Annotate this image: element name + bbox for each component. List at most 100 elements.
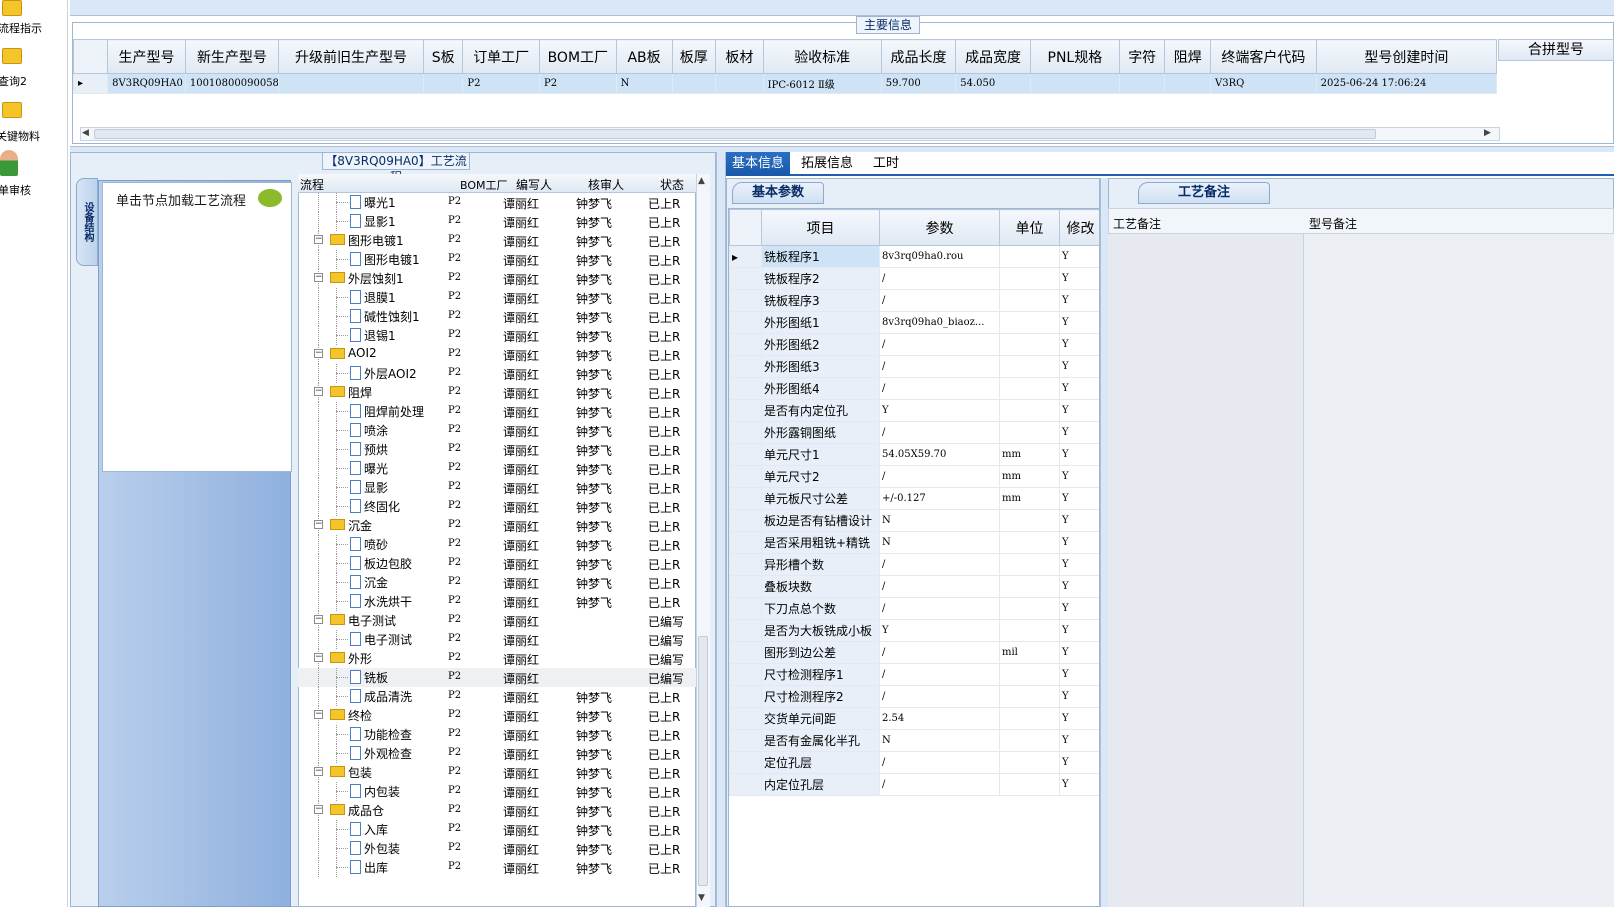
- param-row[interactable]: 定位孔层 / Y: [729, 751, 1099, 774]
- tree-row[interactable]: 显影1 P2 谭丽红 钟梦飞 已上R: [298, 212, 696, 231]
- collapse-icon[interactable]: −: [314, 615, 323, 624]
- param-row[interactable]: 外形图纸4/ Y: [729, 377, 1099, 400]
- main-hscroll-thumb[interactable]: [94, 129, 1376, 139]
- param-modify[interactable]: Y: [1059, 729, 1099, 752]
- param-unit[interactable]: [999, 355, 1060, 378]
- param-value[interactable]: /: [879, 377, 1000, 400]
- tree-node-label[interactable]: 外层蚀刻1: [348, 270, 404, 287]
- row-indicator[interactable]: [729, 685, 762, 708]
- row-indicator[interactable]: [729, 751, 762, 774]
- param-row[interactable]: 铣板程序2/ Y: [729, 267, 1099, 290]
- param-item[interactable]: 下刀点总个数: [761, 597, 880, 620]
- row-indicator[interactable]: [729, 729, 762, 752]
- cell-model[interactable]: 8V3RQ09HA0: [107, 73, 186, 94]
- col-process-note[interactable]: 工艺备注: [1113, 215, 1161, 232]
- tree-row[interactable]: 铣板 P2 谭丽红 已编写: [298, 668, 696, 687]
- param-value[interactable]: 54.05X59.70: [879, 443, 1000, 466]
- tree-node-label[interactable]: 成品仓: [348, 802, 384, 819]
- param-modify[interactable]: Y: [1059, 509, 1099, 532]
- param-unit[interactable]: [999, 333, 1060, 356]
- param-modify[interactable]: Y: [1059, 333, 1099, 356]
- param-modify[interactable]: Y: [1059, 597, 1099, 620]
- param-value[interactable]: N: [879, 509, 1000, 532]
- cell-standard[interactable]: IPC-6012 Ⅱ级: [762, 73, 882, 94]
- param-item[interactable]: 外形图纸2: [761, 333, 880, 356]
- param-unit[interactable]: [999, 509, 1060, 532]
- col-customer-code[interactable]: 终端客户代码: [1210, 39, 1317, 74]
- collapse-icon[interactable]: −: [314, 387, 323, 396]
- tree-row[interactable]: 喷砂 P2 谭丽红 钟梦飞 已上R: [298, 535, 696, 554]
- param-row[interactable]: 板边是否有钻槽设计 N Y: [729, 509, 1099, 532]
- cell-bom-factory[interactable]: P2: [539, 73, 617, 94]
- param-row[interactable]: 铣板程序3/ Y: [729, 289, 1099, 312]
- cell-new-model[interactable]: 10010800090058: [184, 73, 280, 94]
- tree-node-label[interactable]: 内包装: [364, 783, 400, 800]
- tree-row[interactable]: 内包装 P2 谭丽红 钟梦飞 已上R: [298, 782, 696, 801]
- param-row[interactable]: 异形槽个数 / Y: [729, 553, 1099, 576]
- material-folder-icon[interactable]: [2, 102, 22, 118]
- tree-node-label[interactable]: 水洗烘干: [364, 593, 412, 610]
- row-indicator[interactable]: [729, 399, 762, 422]
- collapse-icon[interactable]: −: [314, 805, 323, 814]
- param-unit[interactable]: mm: [999, 443, 1060, 466]
- row-indicator[interactable]: [729, 509, 762, 532]
- table-row[interactable]: ▸ 8V3RQ09HA0 10010800090058 P2 P2 N IPC-…: [72, 73, 1498, 94]
- param-row[interactable]: 单元尺寸1 54.05X59.70 mm Y: [729, 443, 1099, 466]
- tree-row[interactable]: 入库 P2 谭丽红 钟梦飞 已上R: [298, 820, 696, 839]
- tree-row[interactable]: 终固化 P2 谭丽红 钟梦飞 已上R: [298, 497, 696, 516]
- tree-row[interactable]: 碱性蚀刻1 P2 谭丽红 钟梦飞 已上R: [298, 307, 696, 326]
- param-item[interactable]: 图形到边公差: [761, 641, 880, 664]
- tree-node-label[interactable]: 外包装: [364, 840, 400, 857]
- param-value[interactable]: Y: [879, 619, 1000, 642]
- tree-node-label[interactable]: 沉金: [348, 517, 372, 534]
- param-value[interactable]: /: [879, 663, 1000, 686]
- row-indicator[interactable]: [729, 465, 762, 488]
- chat-bubble-icon[interactable]: [258, 189, 282, 207]
- row-indicator[interactable]: [729, 311, 762, 334]
- param-value[interactable]: /: [879, 465, 1000, 488]
- cell-customer-code[interactable]: V3RQ: [1210, 73, 1317, 94]
- tree-row[interactable]: 显影 P2 谭丽红 钟梦飞 已上R: [298, 478, 696, 497]
- row-indicator[interactable]: [729, 267, 762, 290]
- param-item[interactable]: 异形槽个数: [761, 553, 880, 576]
- tree-row[interactable]: 图形电镀1 P2 谭丽红 钟梦飞 已上R: [298, 250, 696, 269]
- scroll-up-icon[interactable]: ▲: [698, 176, 705, 186]
- row-indicator[interactable]: [729, 421, 762, 444]
- param-modify[interactable]: Y: [1059, 465, 1099, 488]
- tree-row[interactable]: − 外形 P2 谭丽红 已编写: [298, 649, 696, 668]
- param-value[interactable]: /: [879, 553, 1000, 576]
- param-item[interactable]: 定位孔层: [761, 751, 880, 774]
- tree-row[interactable]: 外包装 P2 谭丽红 钟梦飞 已上R: [298, 839, 696, 858]
- cell-ab-board[interactable]: N: [615, 73, 673, 94]
- param-value[interactable]: 8v3rq09ha0.rou: [879, 245, 1000, 268]
- tree-row[interactable]: 预烘 P2 谭丽红 钟梦飞 已上R: [298, 440, 696, 459]
- param-value[interactable]: 8v3rq09ha0_biaoz...: [879, 311, 1000, 334]
- tab-basic-info[interactable]: 基本信息: [726, 152, 790, 176]
- param-value[interactable]: /: [879, 685, 1000, 708]
- col-model[interactable]: 生产型号: [107, 39, 186, 74]
- tree-node-label[interactable]: 碱性蚀刻1: [364, 308, 420, 325]
- param-row[interactable]: 是否采用粗铣+精铣 N Y: [729, 531, 1099, 554]
- row-indicator[interactable]: [729, 531, 762, 554]
- param-unit[interactable]: mil: [999, 641, 1060, 664]
- merge-model-header[interactable]: 合拼型号: [1498, 39, 1614, 61]
- row-indicator[interactable]: [729, 619, 762, 642]
- tree-row[interactable]: 成品清洗 P2 谭丽红 钟梦飞 已上R: [298, 687, 696, 706]
- param-unit[interactable]: [999, 663, 1060, 686]
- tree-node-label[interactable]: 电子测试: [348, 612, 396, 629]
- param-value[interactable]: /: [879, 751, 1000, 774]
- param-modify[interactable]: Y: [1059, 487, 1099, 510]
- param-unit[interactable]: [999, 553, 1060, 576]
- param-modify[interactable]: Y: [1059, 311, 1099, 334]
- col-created[interactable]: 型号创建时间: [1315, 39, 1498, 74]
- tree-row[interactable]: 曝光1 P2 谭丽红 钟梦飞 已上R: [298, 193, 696, 212]
- param-unit[interactable]: [999, 245, 1060, 268]
- param-unit[interactable]: [999, 421, 1060, 444]
- tree-node-label[interactable]: 入库: [364, 821, 388, 838]
- param-unit[interactable]: [999, 751, 1060, 774]
- tree-node-label[interactable]: 外层AOI2: [364, 365, 417, 382]
- param-modify[interactable]: Y: [1059, 619, 1099, 642]
- tree-row[interactable]: 功能检查 P2 谭丽红 钟梦飞 已上R: [298, 725, 696, 744]
- user-audit-icon[interactable]: [0, 150, 18, 176]
- cell-old-model[interactable]: [278, 73, 425, 94]
